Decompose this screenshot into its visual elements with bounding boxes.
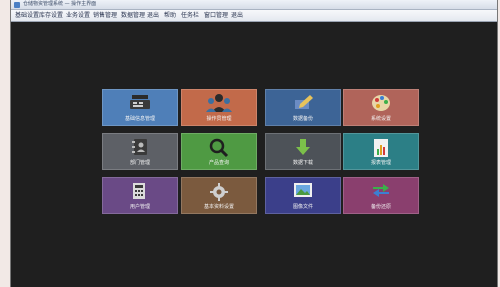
menu-item-basic-settings[interactable]: 基础设置 xyxy=(15,10,39,21)
menu-item-exit[interactable]: 退出 xyxy=(147,10,159,21)
calculator-icon xyxy=(131,182,149,204)
tile-label: 数据备份 xyxy=(292,116,313,122)
tile-backup[interactable]: 数据备份 xyxy=(265,89,341,126)
picture-icon xyxy=(293,182,313,202)
menu-item-window[interactable]: 窗口管理 xyxy=(204,10,228,21)
tile-label: 产品查询 xyxy=(208,160,229,166)
tile-label: 系统设置 xyxy=(370,116,391,122)
app-icon xyxy=(14,2,20,8)
tile-label: 报表管理 xyxy=(370,160,391,166)
download-arrow-icon xyxy=(295,138,311,160)
tile-report[interactable]: 报表管理 xyxy=(343,133,419,170)
tile-basic-data-settings[interactable]: 基本资料设置 xyxy=(181,177,257,214)
app-window: 仓储物资管理系统 — 操作主界面 基础设置 库存设置 业务设置 销售管理 数据管… xyxy=(10,0,498,287)
tile-basic-info[interactable]: 基础信息管理 xyxy=(102,89,178,126)
menu-item-taskbar[interactable]: 任务栏 xyxy=(181,10,199,21)
menu-item-data[interactable]: 数据管理 xyxy=(121,10,145,21)
exchange-arrows-icon xyxy=(371,182,391,202)
tile-label: 操作员管理 xyxy=(206,116,232,122)
tile-image-files[interactable]: 图像文件 xyxy=(265,177,341,214)
menu-bar: 基础设置 库存设置 业务设置 销售管理 数据管理 退出 帮助 任务栏 窗口管理 … xyxy=(11,10,497,22)
palette-icon xyxy=(371,94,391,116)
users-icon xyxy=(205,94,233,116)
tile-department[interactable]: 部门管理 xyxy=(102,133,178,170)
report-chart-icon xyxy=(373,138,389,162)
tile-label: 图像文件 xyxy=(292,204,313,210)
tile-label: 用户管理 xyxy=(129,204,150,210)
gear-icon xyxy=(209,182,229,206)
title-bar: 仓储物资管理系统 — 操作主界面 xyxy=(11,0,497,10)
tile-backup-restore[interactable]: 备份还原 xyxy=(343,177,419,214)
menu-item-help[interactable]: 帮助 xyxy=(164,10,176,21)
tile-system-settings[interactable]: 系统设置 xyxy=(343,89,419,126)
tile-user-management[interactable]: 用户管理 xyxy=(102,177,178,214)
tile-data-download[interactable]: 数据下载 xyxy=(265,133,341,170)
menu-item-quit[interactable]: 退出 xyxy=(231,10,243,21)
tile-label: 备份还原 xyxy=(370,204,391,210)
tile-product-query[interactable]: 产品查询 xyxy=(181,133,257,170)
menu-item-sales[interactable]: 销售管理 xyxy=(93,10,117,21)
tile-label: 数据下载 xyxy=(292,160,313,166)
search-icon xyxy=(208,138,230,162)
tile-operator[interactable]: 操作员管理 xyxy=(181,89,257,126)
tile-label: 基本资料设置 xyxy=(203,204,234,210)
address-book-icon xyxy=(131,138,149,160)
cash-register-icon xyxy=(129,94,151,114)
edit-icon xyxy=(292,94,314,114)
menu-item-stock-settings[interactable]: 库存设置 xyxy=(39,10,63,21)
tile-label: 基础信息管理 xyxy=(124,116,155,122)
tile-label: 部门管理 xyxy=(129,160,150,166)
menu-item-business-settings[interactable]: 业务设置 xyxy=(66,10,90,21)
window-title: 仓储物资管理系统 — 操作主界面 xyxy=(23,1,97,7)
